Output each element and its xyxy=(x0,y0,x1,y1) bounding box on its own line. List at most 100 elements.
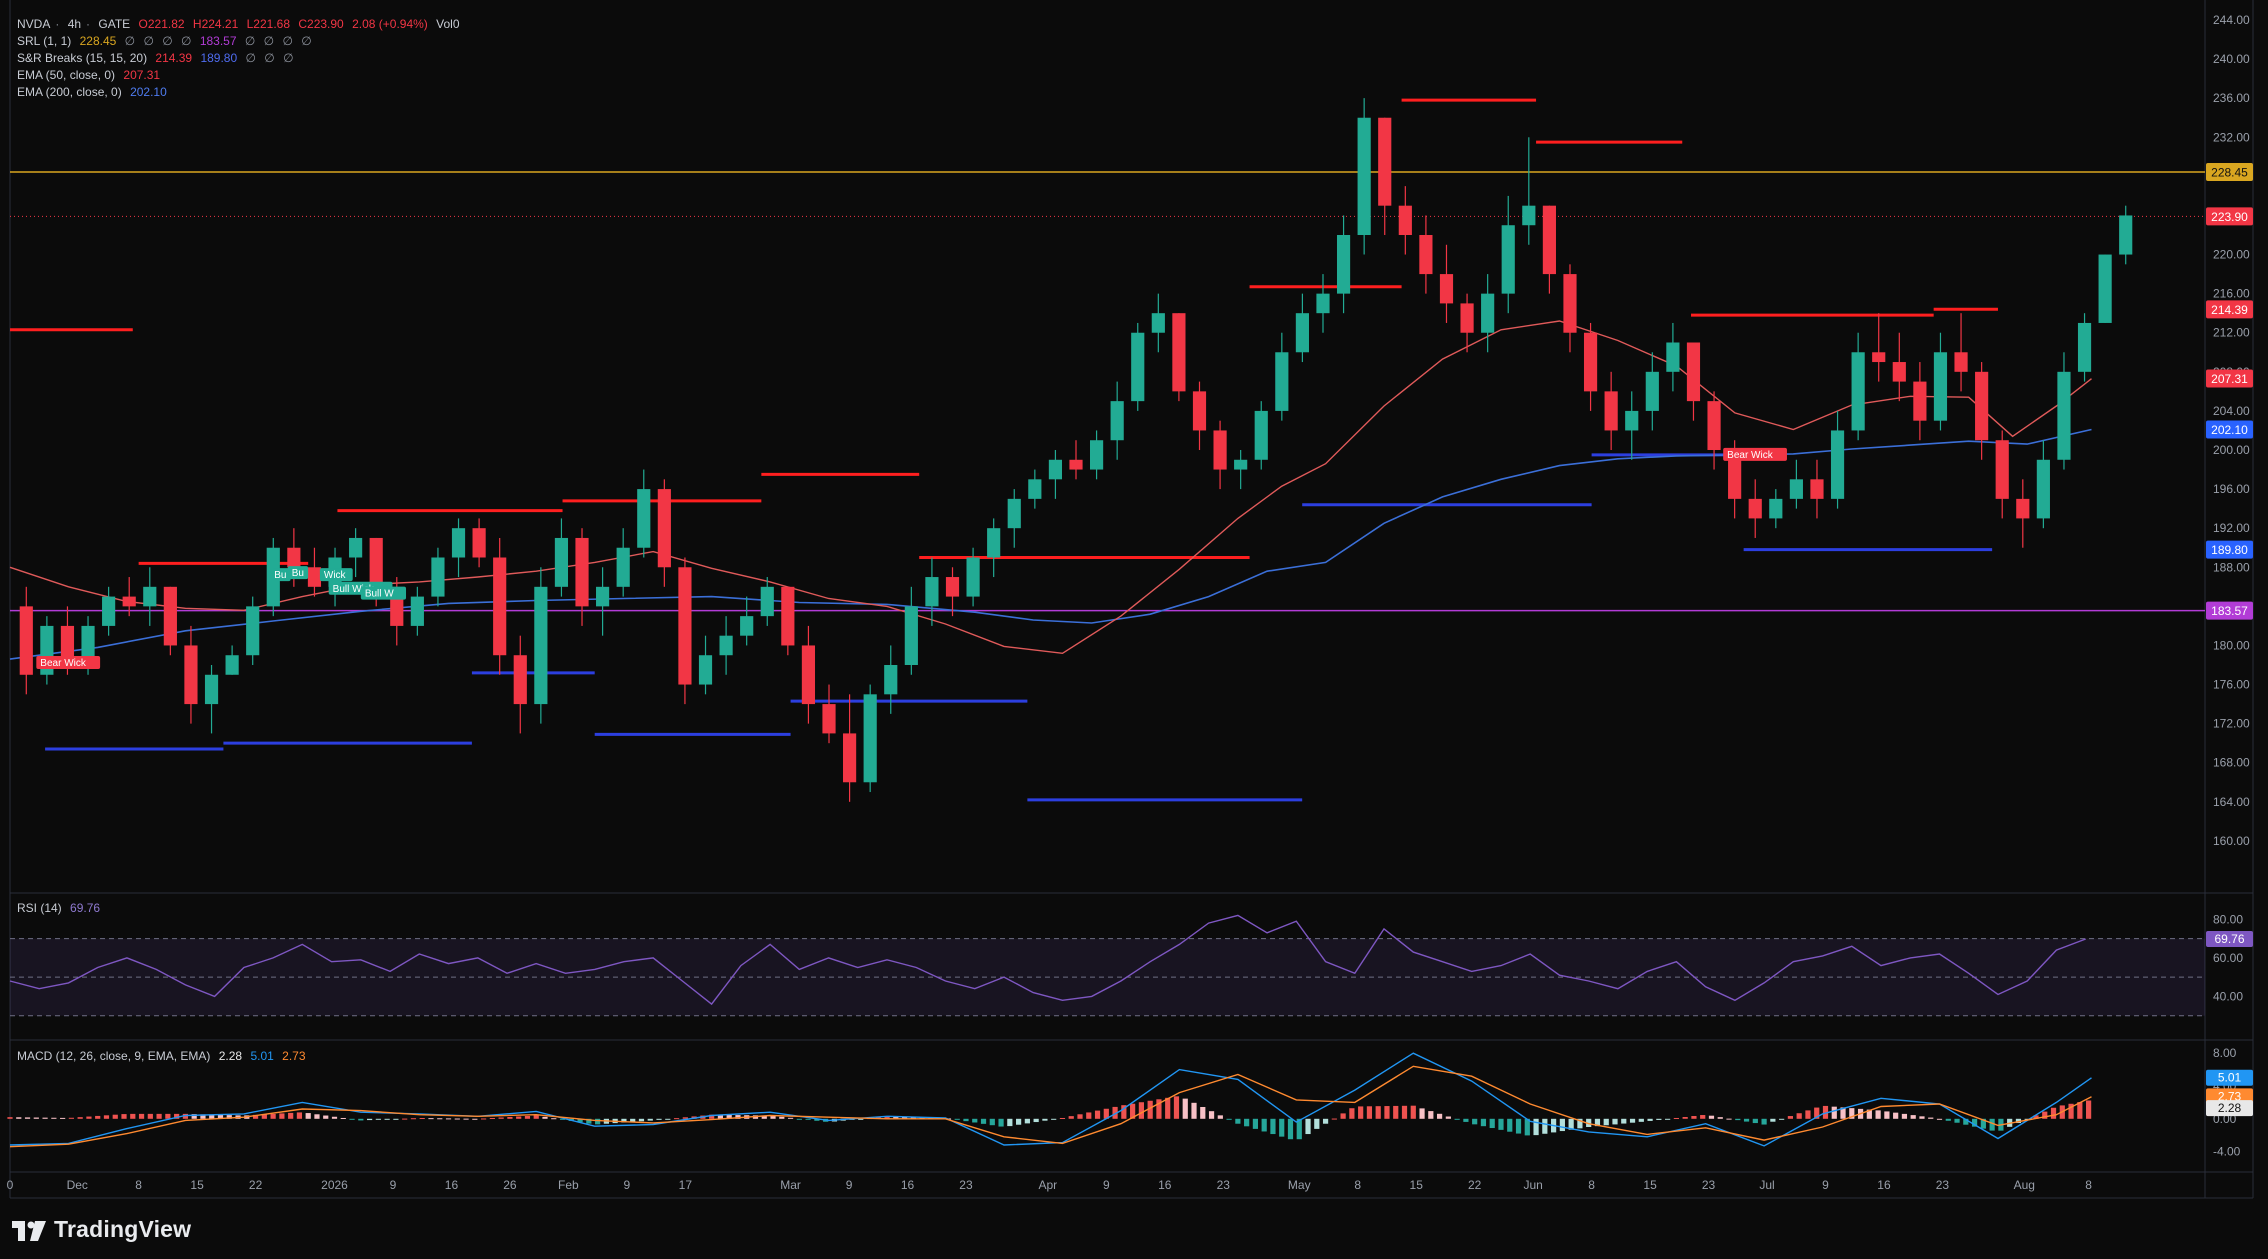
macd-histogram-bar xyxy=(454,1118,460,1120)
candle-body xyxy=(1625,410,1639,431)
macd-histogram-bar xyxy=(112,1114,118,1119)
macd-histogram-bar xyxy=(1024,1118,1030,1124)
macd-histogram-bar xyxy=(1454,1118,1460,1120)
macd-histogram-bar xyxy=(1445,1116,1451,1119)
tradingview-brand[interactable]: TradingView xyxy=(12,1216,191,1243)
candle-body xyxy=(863,694,877,783)
legend-high: H224.21 xyxy=(192,17,239,31)
macd-histogram-bar xyxy=(1559,1118,1565,1132)
candle-body xyxy=(1501,225,1515,294)
candle-body xyxy=(1892,362,1906,382)
sr-breaks-legend[interactable]: S&R Breaks (15, 15, 20) 214.39 189.80 ∅ … xyxy=(17,50,299,67)
candle-body xyxy=(2036,459,2050,519)
macd-histogram-bar xyxy=(1805,1110,1811,1119)
macd-histogram-bar xyxy=(1770,1118,1776,1122)
macd-histogram-bar xyxy=(2050,1107,2057,1119)
time-tick-label: 0 xyxy=(7,1178,14,1192)
time-tick-label: 23 xyxy=(1936,1178,1950,1192)
time-tick-label: Aug xyxy=(2014,1178,2035,1192)
candle-body xyxy=(575,537,589,607)
price-badge: 189.80 xyxy=(2206,540,2253,559)
rsi-legend[interactable]: RSI (14) 69.76 xyxy=(17,900,105,917)
macd-histogram-bar xyxy=(1226,1118,1232,1120)
macd-histogram-bar xyxy=(1936,1118,1943,1120)
wick-label: Wick xyxy=(319,568,353,582)
macd-histogram-bar xyxy=(270,1113,276,1119)
candle-body xyxy=(596,586,610,607)
price-tick-label: 164.00 xyxy=(2213,795,2250,809)
macd-histogram-bar xyxy=(1279,1118,1285,1137)
macd-histogram-bar xyxy=(989,1118,995,1126)
candle-body xyxy=(2098,254,2112,323)
price-tick-label: 244.00 xyxy=(2213,13,2250,27)
macd-histogram-bar xyxy=(980,1118,987,1124)
macd-histogram-bar xyxy=(1542,1118,1548,1134)
macd-histogram-bar xyxy=(1682,1116,1688,1119)
macd-histogram-bar xyxy=(472,1118,478,1120)
macd-histogram-bar xyxy=(1831,1106,1837,1119)
price-tick-label: 168.00 xyxy=(2213,756,2250,770)
candle-body xyxy=(1542,205,1556,275)
candle-body xyxy=(637,489,651,548)
price-badge-text: 228.45 xyxy=(2211,165,2248,179)
macd-histogram-bar xyxy=(1533,1118,1539,1136)
ema200-legend[interactable]: EMA (200, close, 0) 202.10 xyxy=(17,84,172,101)
candle-body xyxy=(2016,498,2030,519)
macd-histogram-bar xyxy=(7,1117,13,1119)
macd-histogram-bar xyxy=(77,1117,83,1119)
macd-histogram-bar xyxy=(2077,1102,2083,1119)
price-tick-label: 180.00 xyxy=(2213,638,2250,652)
macd-tick-label: -4.00 xyxy=(2213,1145,2241,1159)
macd-histogram-bar xyxy=(1472,1118,1478,1125)
macd-histogram-bar xyxy=(1436,1113,1443,1119)
macd-histogram-bar xyxy=(1796,1113,1802,1119)
macd-histogram-bar xyxy=(445,1118,452,1120)
trading-chart[interactable]: Bear WickBu Bu WickBull WickBull WBear Wic… xyxy=(0,0,2268,1259)
macd-histogram-bar xyxy=(331,1116,338,1119)
candle-body xyxy=(884,665,898,695)
candle-body xyxy=(1275,352,1289,411)
macd-histogram-bar xyxy=(419,1118,425,1120)
macd-histogram-bar xyxy=(1384,1106,1390,1119)
macd-histogram-bar xyxy=(1515,1118,1522,1134)
candle-body xyxy=(678,567,692,685)
macd-legend[interactable]: MACD (12, 26, close, 9, EMA, EMA) 2.28 5… xyxy=(17,1048,311,1065)
wick-label: Bu xyxy=(270,568,291,582)
rsi-badge: 69.76 xyxy=(2206,930,2253,947)
price-tick-label: 204.00 xyxy=(2213,404,2250,418)
macd-histogram-bar xyxy=(60,1117,66,1119)
macd-histogram-bar xyxy=(68,1117,74,1119)
time-tick-label: 8 xyxy=(1354,1178,1361,1192)
srl-legend[interactable]: SRL (1, 1) 228.45 ∅ ∅ ∅ ∅ 183.57 ∅ ∅ ∅ ∅ xyxy=(17,33,317,50)
rsi-badge-text: 69.76 xyxy=(2214,932,2244,946)
candle-body xyxy=(410,596,424,626)
macd-histogram-bar xyxy=(1182,1098,1188,1119)
legend-interval[interactable]: 4h xyxy=(68,17,81,31)
candle-body xyxy=(493,557,507,656)
macd-histogram-bar xyxy=(2086,1100,2092,1119)
macd-histogram-bar xyxy=(779,1116,785,1119)
price-tick-label: 212.00 xyxy=(2213,326,2250,340)
time-tick-label: 9 xyxy=(1103,1178,1110,1192)
legend-close: C223.90 xyxy=(298,17,344,31)
candle-body xyxy=(1933,352,1948,421)
price-badge: 202.10 xyxy=(2206,420,2253,439)
candle-body xyxy=(534,586,548,705)
macd-histogram-bar xyxy=(1042,1118,1048,1121)
candle-body xyxy=(513,655,527,705)
candle-body xyxy=(987,528,1001,558)
macd-histogram-bar xyxy=(1165,1097,1171,1119)
macd-histogram-bar xyxy=(1393,1105,1399,1119)
macd-histogram-bar xyxy=(1410,1105,1416,1119)
legend-symbol[interactable]: NVDA xyxy=(17,17,50,31)
macd-histogram-bar xyxy=(340,1117,346,1119)
time-tick-label: 16 xyxy=(1877,1178,1891,1192)
price-tick-label: 196.00 xyxy=(2213,482,2250,496)
macd-histogram-bar xyxy=(595,1118,601,1125)
macd-histogram-bar xyxy=(402,1118,408,1120)
macd-histogram-bar xyxy=(1893,1112,1899,1119)
time-tick-label: 9 xyxy=(1822,1178,1829,1192)
ema50-legend[interactable]: EMA (50, close, 0) 207.31 xyxy=(17,67,165,84)
macd-histogram-bar xyxy=(1270,1118,1276,1135)
price-badge-text: 223.90 xyxy=(2211,210,2248,224)
